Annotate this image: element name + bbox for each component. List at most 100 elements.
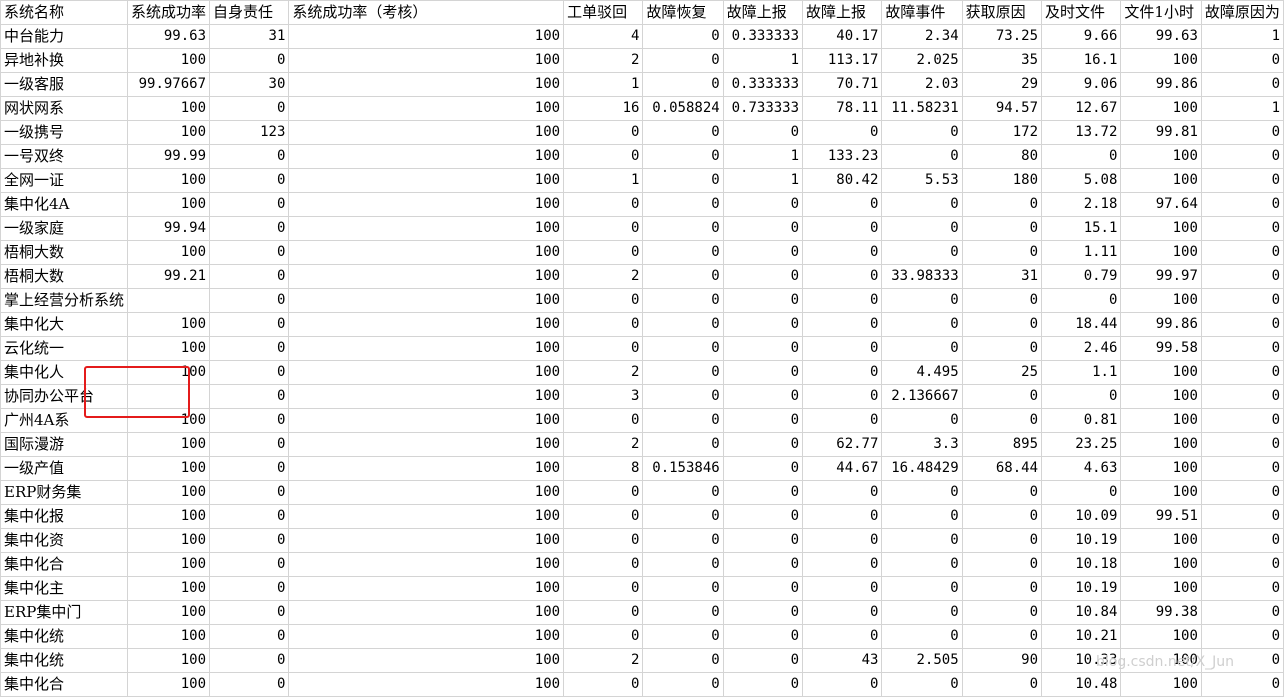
value-cell[interactable]: 0 xyxy=(961,528,1043,553)
value-cell[interactable]: 0 xyxy=(722,408,804,433)
value-cell[interactable]: 180 xyxy=(961,168,1043,193)
value-cell[interactable]: 0 xyxy=(961,408,1043,433)
value-cell[interactable]: 23.25 xyxy=(1041,432,1122,457)
value-cell[interactable]: 0 xyxy=(563,672,644,697)
value-cell[interactable]: 62.77 xyxy=(802,432,883,457)
value-cell[interactable]: 100 xyxy=(288,672,565,697)
value-cell[interactable]: 80.42 xyxy=(802,168,883,193)
value-cell[interactable]: 100 xyxy=(127,576,211,601)
value-cell[interactable]: 0 xyxy=(1200,408,1284,433)
spreadsheet-grid[interactable]: 系统名称 系统成功率 自身责任 系统成功率（考核） 工单驳回 故障恢复 故障上报 故障上报 故障… xyxy=(0,0,1284,697)
value-cell[interactable]: 0 xyxy=(642,168,724,193)
value-cell[interactable]: 895 xyxy=(961,432,1043,457)
value-cell[interactable]: 4.63 xyxy=(1041,456,1122,481)
value-cell[interactable]: 100 xyxy=(127,96,211,121)
value-cell[interactable]: 10.84 xyxy=(1041,600,1122,625)
value-cell[interactable]: 2.03 xyxy=(881,72,963,97)
value-cell[interactable]: 0 xyxy=(722,672,804,697)
value-cell[interactable]: 100 xyxy=(288,24,565,49)
value-cell[interactable]: 100 xyxy=(1120,168,1202,193)
value-cell[interactable]: 0.333333 xyxy=(722,24,804,49)
value-cell[interactable]: 0 xyxy=(209,528,290,553)
value-cell[interactable]: 0 xyxy=(1200,504,1284,529)
row-name-cell[interactable]: 集中化合 xyxy=(0,552,129,577)
row-name-cell[interactable]: 云化统一 xyxy=(0,336,129,361)
value-cell[interactable]: 0 xyxy=(1200,552,1284,577)
value-cell[interactable]: 0 xyxy=(209,648,290,673)
value-cell[interactable]: 13.72 xyxy=(1041,120,1122,145)
value-cell[interactable]: 90 xyxy=(961,648,1043,673)
value-cell[interactable]: 100 xyxy=(288,96,565,121)
value-cell[interactable]: 99.97667 xyxy=(127,72,211,97)
value-cell[interactable]: 0 xyxy=(722,312,804,337)
value-cell[interactable]: 0 xyxy=(209,576,290,601)
value-cell[interactable]: 99.21 xyxy=(127,264,211,289)
value-cell[interactable]: 0 xyxy=(802,312,883,337)
value-cell[interactable]: 0 xyxy=(1200,360,1284,385)
column-header[interactable]: 系统成功率 xyxy=(127,0,211,25)
value-cell[interactable]: 100 xyxy=(1120,288,1202,313)
value-cell[interactable]: 100 xyxy=(288,72,565,97)
value-cell[interactable]: 10.33 xyxy=(1041,648,1122,673)
value-cell[interactable]: 0 xyxy=(802,624,883,649)
value-cell[interactable]: 100 xyxy=(288,480,565,505)
value-cell[interactable]: 0 xyxy=(209,432,290,457)
value-cell[interactable]: 29 xyxy=(961,72,1043,97)
value-cell[interactable]: 0 xyxy=(722,480,804,505)
value-cell[interactable]: 0 xyxy=(802,192,883,217)
value-cell[interactable]: 0 xyxy=(881,552,963,577)
value-cell[interactable]: 0 xyxy=(563,600,644,625)
value-cell[interactable]: 100 xyxy=(127,456,211,481)
column-header[interactable]: 故障上报 xyxy=(802,0,883,25)
value-cell[interactable]: 100 xyxy=(288,528,565,553)
value-cell[interactable]: 0 xyxy=(802,264,883,289)
value-cell[interactable]: 8 xyxy=(563,456,644,481)
value-cell[interactable]: 0 xyxy=(722,504,804,529)
value-cell[interactable]: 0 xyxy=(563,240,644,265)
value-cell[interactable]: 10.21 xyxy=(1041,624,1122,649)
value-cell[interactable]: 0 xyxy=(563,336,644,361)
value-cell[interactable]: 80 xyxy=(961,144,1043,169)
value-cell[interactable]: 100 xyxy=(288,384,565,409)
value-cell[interactable]: 0 xyxy=(1041,480,1122,505)
value-cell[interactable]: 16 xyxy=(563,96,644,121)
value-cell[interactable]: 100 xyxy=(127,672,211,697)
value-cell[interactable]: 0 xyxy=(642,144,724,169)
value-cell[interactable]: 0 xyxy=(881,624,963,649)
value-cell[interactable]: 0 xyxy=(642,264,724,289)
value-cell[interactable]: 100 xyxy=(288,552,565,577)
value-cell[interactable]: 0 xyxy=(1200,672,1284,697)
value-cell[interactable]: 0 xyxy=(961,312,1043,337)
value-cell[interactable]: 100 xyxy=(288,504,565,529)
value-cell[interactable]: 0 xyxy=(563,144,644,169)
value-cell[interactable]: 100 xyxy=(1120,96,1202,121)
value-cell[interactable]: 0 xyxy=(1200,312,1284,337)
value-cell[interactable]: 0 xyxy=(722,360,804,385)
row-name-cell[interactable]: 集中化统 xyxy=(0,648,129,673)
value-cell[interactable] xyxy=(127,288,211,313)
value-cell[interactable]: 25 xyxy=(961,360,1043,385)
value-cell[interactable]: 0 xyxy=(722,264,804,289)
value-cell[interactable]: 0 xyxy=(642,120,724,145)
value-cell[interactable]: 99.86 xyxy=(1120,72,1202,97)
row-name-cell[interactable]: 国际漫游 xyxy=(0,432,129,457)
value-cell[interactable]: 100 xyxy=(1120,480,1202,505)
value-cell[interactable]: 100 xyxy=(127,360,211,385)
row-name-cell[interactable]: 一级携号 xyxy=(0,120,129,145)
value-cell[interactable]: 0 xyxy=(642,48,724,73)
value-cell[interactable]: 0 xyxy=(1200,168,1284,193)
value-cell[interactable]: 100 xyxy=(288,312,565,337)
value-cell[interactable]: 10.19 xyxy=(1041,528,1122,553)
value-cell[interactable]: 2 xyxy=(563,48,644,73)
value-cell[interactable]: 100 xyxy=(288,264,565,289)
value-cell[interactable]: 0 xyxy=(802,552,883,577)
value-cell[interactable]: 99.94 xyxy=(127,216,211,241)
value-cell[interactable]: 100 xyxy=(1120,216,1202,241)
value-cell[interactable]: 0 xyxy=(642,72,724,97)
value-cell[interactable]: 0 xyxy=(961,336,1043,361)
value-cell[interactable]: 0 xyxy=(722,600,804,625)
value-cell[interactable]: 0 xyxy=(1200,336,1284,361)
value-cell[interactable]: 0 xyxy=(1200,624,1284,649)
row-name-cell[interactable]: 一号双终 xyxy=(0,144,129,169)
value-cell[interactable]: 0 xyxy=(722,456,804,481)
